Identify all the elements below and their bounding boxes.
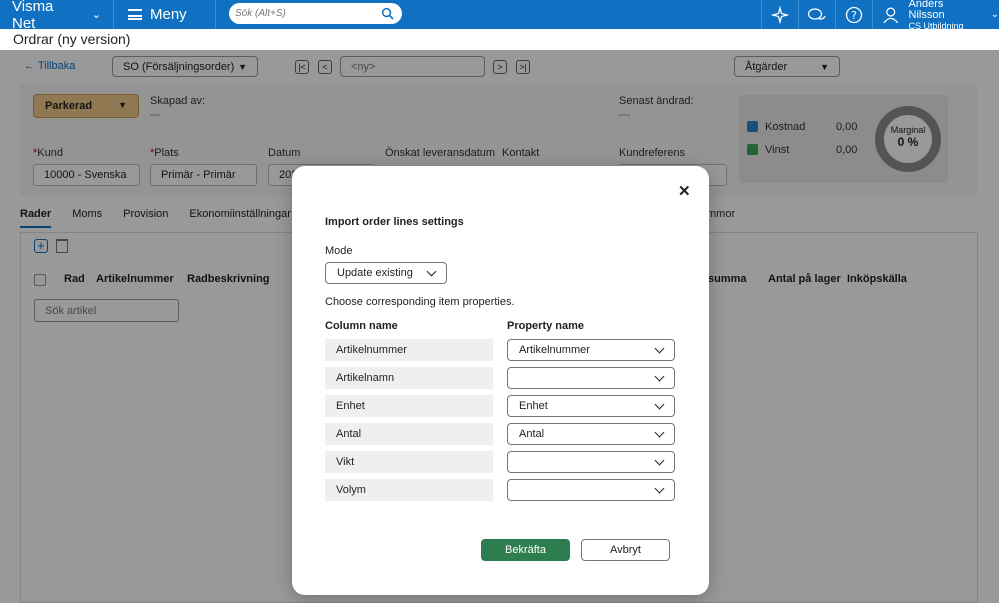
property-value: Artikelnummer xyxy=(519,344,590,356)
chevron-down-icon xyxy=(654,427,665,437)
hamburger-icon xyxy=(128,9,142,20)
sparkle-icon xyxy=(771,5,789,24)
chat-button[interactable] xyxy=(798,0,835,29)
mapping-rows: Artikelnummer Artikelnummer Artikelnamn … xyxy=(325,339,675,507)
column-name: Enhet xyxy=(325,395,493,417)
user-icon xyxy=(883,7,899,23)
mapping-row: Enhet Enhet xyxy=(325,395,675,423)
global-search xyxy=(229,3,402,24)
property-value: Antal xyxy=(519,428,545,440)
chat-icon xyxy=(807,7,826,20)
search-input[interactable] xyxy=(235,8,380,19)
chevron-down-icon xyxy=(654,483,665,493)
close-icon[interactable]: ✕ xyxy=(678,182,691,200)
assistant-button[interactable] xyxy=(761,0,798,29)
chevron-down-icon: ⌄ xyxy=(91,9,101,21)
property-select[interactable] xyxy=(507,451,675,473)
mode-label: Mode xyxy=(325,245,353,257)
mapping-row: Vikt xyxy=(325,451,675,479)
cancel-button[interactable]: Avbryt xyxy=(581,539,670,561)
menu-button[interactable]: Meny xyxy=(114,0,216,29)
user-menu[interactable]: Anders Nilsson CS Utbildning ⌄ xyxy=(872,0,999,31)
property-select[interactable] xyxy=(507,479,675,501)
mapping-row: Volym xyxy=(325,479,675,507)
help-button[interactable]: ? xyxy=(835,0,872,29)
confirm-button[interactable]: Bekräfta xyxy=(481,539,570,561)
column-name: Vikt xyxy=(325,451,493,473)
brand-name: Visma Net xyxy=(12,0,54,32)
property-select[interactable]: Enhet xyxy=(507,395,675,417)
chevron-down-icon xyxy=(654,371,665,381)
column-name: Volym xyxy=(325,479,493,501)
property-name-header: Property name xyxy=(507,320,585,332)
property-select[interactable] xyxy=(507,367,675,389)
property-value: Enhet xyxy=(519,400,548,412)
mode-value: Update existing xyxy=(337,267,413,279)
chevron-down-icon xyxy=(426,266,437,276)
help-icon: ? xyxy=(845,6,863,23)
user-name: Anders Nilsson xyxy=(908,0,945,21)
top-bar: Visma Net ⌄ Meny ? Anders Nilsson CS Utb… xyxy=(0,0,999,32)
page-title: Ordrar (ny version) xyxy=(0,29,999,50)
dialog-title: Import order lines settings xyxy=(325,216,464,228)
mode-select[interactable]: Update existing xyxy=(325,262,447,284)
chevron-down-icon xyxy=(654,399,665,409)
top-actions: ? Anders Nilsson CS Utbildning ⌄ xyxy=(761,0,999,31)
column-name: Artikelnummer xyxy=(325,339,493,361)
brand-switcher[interactable]: Visma Net ⌄ xyxy=(0,0,114,32)
chevron-down-icon: ⌄ xyxy=(990,9,999,20)
column-name: Antal xyxy=(325,423,493,445)
mapping-row: Artikelnummer Artikelnummer xyxy=(325,339,675,367)
mapping-row: Artikelnamn xyxy=(325,367,675,395)
svg-text:?: ? xyxy=(851,9,857,22)
chevron-down-icon xyxy=(654,455,665,465)
import-settings-dialog: ✕ Import order lines settings Mode Updat… xyxy=(292,166,709,595)
column-name-header: Column name xyxy=(325,320,398,332)
mapping-row: Antal Antal xyxy=(325,423,675,451)
search-icon[interactable] xyxy=(381,7,394,20)
chevron-down-icon xyxy=(654,343,665,353)
property-select[interactable]: Antal xyxy=(507,423,675,445)
column-name: Artikelnamn xyxy=(325,367,493,389)
instruction-text: Choose corresponding item properties. xyxy=(325,296,515,308)
menu-label: Meny xyxy=(150,6,187,23)
property-select[interactable]: Artikelnummer xyxy=(507,339,675,361)
